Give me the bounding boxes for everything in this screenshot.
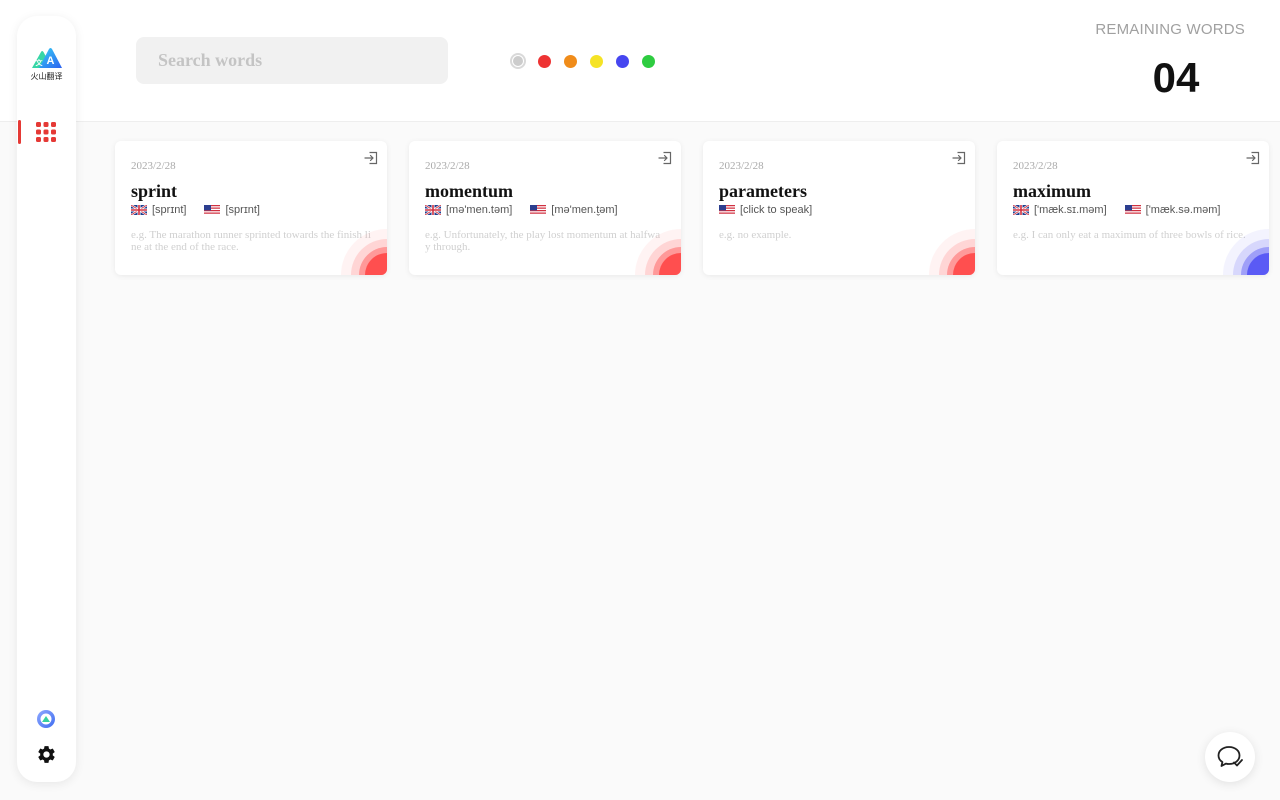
card-date: 2023/2/28 [131,160,176,172]
color-filter-green[interactable] [642,54,655,68]
uk-phonetic: ['mæk.sɪ.məm] [1034,204,1107,216]
uk-flag-icon [130,204,148,216]
svg-text:文: 文 [35,58,43,67]
uk-flag-icon [424,204,442,216]
grid-icon[interactable] [36,122,56,142]
word-card[interactable]: 2023/2/28 momentum [mə'men.təm] [mə'men.t̬ə… [409,141,681,275]
volcano-translate-logo-icon: A 文 [31,48,62,68]
us-phonetic: [sprɪnt] [225,204,260,216]
uk-pronunciation[interactable]: [sprɪnt] [130,204,187,216]
us-pronunciation[interactable]: ['mæk.sə.məm] [1124,204,1221,216]
remaining-words-label: REMAINING WORDS [1095,21,1245,38]
card-example: e.g. The marathon runner sprinted toward… [131,229,371,253]
word-card[interactable]: 2023/2/28 parameters [click to speak] e.g. … [703,141,975,275]
color-filter-orange[interactable] [564,54,577,68]
us-phonetic: [mə'men.t̬əm] [551,204,618,216]
svg-text:A: A [46,55,54,67]
card-word: sprint [131,181,178,201]
chat-bubble-icon [1217,746,1243,767]
sidebar: A 文 火山翻译 [17,16,76,782]
phonetics: [sprɪnt] [sprɪnt] [130,204,278,216]
color-marker-icon [1223,229,1269,275]
us-phonetic: [click to speak] [740,204,813,216]
us-pronunciation[interactable]: [mə'men.t̬əm] [530,204,618,216]
uk-phonetic: [mə'men.təm] [446,204,513,216]
remaining-words-count: 04 [1152,54,1200,101]
volcano-logo-icon[interactable] [36,709,56,729]
card-example: e.g. Unfortunately, the play lost moment… [425,229,661,253]
card-word: momentum [425,181,513,201]
card-date: 2023/2/28 [425,160,470,172]
card-date: 2023/2/28 [719,160,764,172]
us-flag-icon [530,205,547,215]
card-example: e.g. no example. [719,229,792,241]
nav-active-indicator [18,120,21,144]
us-flag-icon [719,205,735,215]
gear-icon[interactable] [36,744,57,765]
exit-to-app-icon[interactable] [364,151,378,165]
card-date: 2023/2/28 [1013,160,1058,172]
color-marker-icon [341,229,387,275]
color-filter-all[interactable] [510,53,526,69]
color-filter-blue[interactable] [616,54,629,68]
search-input[interactable] [136,37,448,84]
color-filter-yellow[interactable] [590,54,603,68]
logo-text: 火山翻译 [30,72,63,81]
card-example: e.g. I can only eat a maximum of three b… [1013,229,1246,241]
card-word: parameters [719,181,807,201]
us-flag-icon [1124,205,1141,215]
uk-pronunciation[interactable]: ['mæk.sɪ.məm] [1012,204,1107,216]
chat-button[interactable] [1205,732,1255,782]
app-logo[interactable]: A 文 火山翻译 [29,47,64,82]
word-card-list: 2023/2/28 sprint [sprɪnt] [sprɪnt] e.g. The … [115,141,1275,281]
phonetics: [click to speak] [719,204,830,216]
uk-pronunciation[interactable]: [mə'men.təm] [424,204,513,216]
color-marker-icon [929,229,975,275]
uk-phonetic: [sprɪnt] [152,204,187,216]
word-card[interactable]: 2023/2/28 sprint [sprɪnt] [sprɪnt] e.g. The … [115,141,387,275]
phonetics: ['mæk.sɪ.məm] ['mæk.sə.məm] [1012,204,1238,216]
exit-to-app-icon[interactable] [658,151,672,165]
us-pronunciation[interactable]: [sprɪnt] [204,204,260,216]
exit-to-app-icon[interactable] [952,151,966,165]
color-filter-bar [510,53,668,69]
phonetics: [mə'men.təm] [mə'men.t̬əm] [424,204,636,216]
card-word: maximum [1013,181,1091,201]
uk-flag-icon [1012,204,1030,216]
us-pronunciation[interactable]: [click to speak] [719,204,812,216]
us-phonetic: ['mæk.sə.məm] [1145,204,1221,216]
exit-to-app-icon[interactable] [1246,151,1260,165]
color-marker-icon [635,229,681,275]
color-filter-red[interactable] [538,54,551,68]
word-card[interactable]: 2023/2/28 maximum ['mæk.sɪ.məm] ['mæk.sə.mə… [997,141,1269,275]
us-flag-icon [204,205,221,215]
